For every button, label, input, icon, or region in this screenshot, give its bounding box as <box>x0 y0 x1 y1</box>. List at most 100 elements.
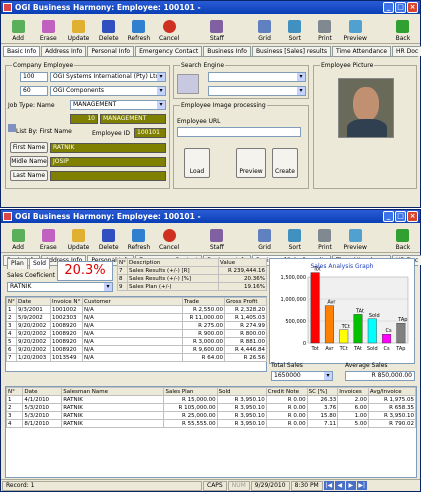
tab-time-attendance[interactable]: Time Attendance <box>331 46 392 56</box>
tab-personal-info[interactable]: Personal Info <box>87 46 135 56</box>
job-type-select[interactable]: MANAGEMENT <box>70 100 166 110</box>
bar-label: TAt <box>355 308 364 314</box>
next-record-icon[interactable]: ▶ <box>345 481 356 490</box>
plan-tab[interactable]: Plan <box>7 258 28 269</box>
bar-label: Tot <box>313 267 321 273</box>
summary-grid: N° Description Value 7 Sales Results (+/-… <box>117 258 267 291</box>
print-button[interactable]: Print <box>310 15 340 42</box>
middle-name-button[interactable]: Midle Name <box>10 156 48 167</box>
period-row[interactable]: 2 5/3/2010 RATNIK R 105,000.00 R 3,950.10 R 0… <box>5 403 417 412</box>
update-button[interactable]: Update <box>63 15 93 42</box>
cancel-button[interactable]: Cancel <box>154 15 184 42</box>
invoice-row[interactable]: 7 1/20/2003 1013549 N/A R 64.00 R 26.56 <box>6 353 267 362</box>
back-button[interactable]: Back <box>388 224 418 251</box>
back-button[interactable]: Back <box>388 15 418 42</box>
search-engine-select-2[interactable] <box>208 86 306 96</box>
last-name-button[interactable]: Last Name <box>10 170 48 181</box>
invoice-header-gross-profit: Gross Profit <box>224 297 267 306</box>
tab-business-info[interactable]: Business Info <box>203 46 251 56</box>
delete-button[interactable]: Delete <box>94 15 124 42</box>
tab-basic-info[interactable]: Basic Info <box>3 46 41 56</box>
employee-window-sales: OGI Business Harmony: Employee: 100101 -… <box>0 209 421 492</box>
delete-icon <box>102 229 116 242</box>
invoice-row[interactable]: 6 9/20/2002 1008920 N/A R 9,600.00 R 4,446.84 <box>6 345 267 354</box>
erase-button[interactable]: Erase <box>33 224 63 251</box>
tab-address-info[interactable]: Address Info <box>41 46 87 56</box>
y-tick-label: 0 <box>303 341 306 347</box>
print-button[interactable]: Print <box>310 224 340 251</box>
add-button[interactable]: Add <box>3 15 33 42</box>
tab-business-sales-results[interactable]: Business [Sales] results <box>251 46 331 56</box>
tab-emergency-contact[interactable]: Emergency Contact <box>135 46 203 56</box>
cancel-icon <box>162 229 176 242</box>
summary-row[interactable]: 7 Sales Results (+/-) [R] R 239,444.16 <box>117 266 267 275</box>
period-row[interactable]: 4 8/1/2010 RATNIK R 55,555.00 R 3,950.10 R 0.… <box>5 419 417 428</box>
coefficient-value: 20.3% <box>57 261 113 281</box>
grid-button[interactable]: Grid <box>249 224 279 251</box>
refresh-button[interactable]: Refresh <box>124 15 154 42</box>
invoice-row[interactable]: 5 9/20/2002 1008920 N/A R 3,000.00 R 881.00 <box>6 337 267 346</box>
division-select[interactable]: OGI Components <box>50 86 166 96</box>
division-code-field[interactable]: 60 <box>20 86 48 96</box>
preview-button[interactable]: Preview <box>340 224 370 251</box>
update-button[interactable]: Update <box>63 224 93 251</box>
sold-tab[interactable]: Sold <box>29 258 50 269</box>
preview-button[interactable]: Preview <box>340 15 370 42</box>
sales-analysis-chart: Sales Analysis Graph0500,0001,000,0001,5… <box>281 263 409 352</box>
add-button[interactable]: Add <box>3 224 33 251</box>
sort-button[interactable]: Sort <box>280 224 310 251</box>
preview-image-button[interactable]: Preview <box>236 148 266 178</box>
bar-label: TCt <box>341 324 350 330</box>
grid-button[interactable]: Grid <box>249 15 279 42</box>
staff-button[interactable]: Staff <box>202 15 232 42</box>
first-name-button[interactable]: First Name <box>10 142 48 153</box>
minimize-button[interactable]: _ <box>383 211 394 222</box>
close-button[interactable]: × <box>407 211 418 222</box>
delete-button[interactable]: Delete <box>94 224 124 251</box>
total-sales-select[interactable]: 1650000 <box>271 371 333 381</box>
cancel-button[interactable]: Cancel <box>154 224 184 251</box>
company-select[interactable]: OGI Systems International (Pty) Ltd <box>50 72 166 82</box>
x-tick-label: Tot <box>311 346 319 352</box>
summary-row[interactable]: 8 Sales Results (+/-) [%] 20.36% <box>117 274 267 283</box>
invoice-row[interactable]: 1 9/3/2001 1001002 N/A R 2,550.00 R 2,328.20 <box>6 305 267 314</box>
invoice-row[interactable]: 3 9/20/2002 1008920 N/A R 275.00 R 274.99 <box>6 321 267 330</box>
previous-record-icon[interactable]: ◀ <box>334 481 345 490</box>
employee-url-input[interactable] <box>177 127 301 137</box>
staff-icon <box>210 20 224 33</box>
sort-button[interactable]: Sort <box>280 15 310 42</box>
middle-name-field[interactable]: JOSIP <box>50 157 166 167</box>
sales-graph-panel: Sales Analysis Graph 0 500,000 1,000,000 1,5… <box>269 258 415 364</box>
company-code-field[interactable]: 100 <box>20 72 48 82</box>
period-row[interactable]: 3 5/3/2010 RATNIK R 25,000.00 R 3,950.10 R 0.… <box>5 411 417 420</box>
erase-icon <box>41 20 55 33</box>
erase-button[interactable]: Erase <box>33 15 63 42</box>
minimize-button[interactable]: _ <box>383 2 394 13</box>
period-header-credit-note: Credit Note <box>265 387 308 396</box>
period-header-sc: SC [%] <box>306 387 339 396</box>
employee-id-label: Employee ID <box>92 130 131 137</box>
first-name-field[interactable]: RATNIK <box>50 143 166 153</box>
close-button[interactable]: × <box>407 2 418 13</box>
invoice-header-invoice: Invoice N° <box>50 297 83 306</box>
maximize-button[interactable]: □ <box>395 211 406 222</box>
last-record-icon[interactable]: ▶| <box>356 481 367 490</box>
last-name-field[interactable] <box>50 171 166 181</box>
staff-button[interactable]: Staff <box>202 224 232 251</box>
period-header-no: N° <box>5 387 24 396</box>
invoice-row[interactable]: 4 9/20/2002 1008920 N/A R 900.00 R 800.00 <box>6 329 267 338</box>
summary-row[interactable]: 9 Sales Plan (+/-) 19.16% <box>117 282 267 291</box>
refresh-button[interactable]: Refresh <box>124 224 154 251</box>
salesman-select[interactable]: RATNIK <box>7 282 113 292</box>
tab-hr-doc[interactable]: HR Doc <box>392 46 421 56</box>
period-header-salesman: Salesman Name <box>61 387 165 396</box>
search-engine-select-1[interactable] <box>208 72 306 82</box>
period-row[interactable]: 1 4/1/2010 RATNIK R 15,000.00 R 3,950.10 R 0.… <box>5 395 417 404</box>
first-record-icon[interactable]: |◀ <box>323 481 334 490</box>
maximize-button[interactable]: □ <box>395 2 406 13</box>
load-button[interactable]: Load <box>184 148 210 178</box>
invoice-header-no: N° <box>6 297 17 306</box>
tab-strip: Basic Info Address Info Personal Info Em… <box>3 46 421 57</box>
create-button[interactable]: Create <box>272 148 298 178</box>
invoice-row[interactable]: 2 5/9/2002 1002303 N/A R 11,000.00 R 1,405.03 <box>6 313 267 322</box>
